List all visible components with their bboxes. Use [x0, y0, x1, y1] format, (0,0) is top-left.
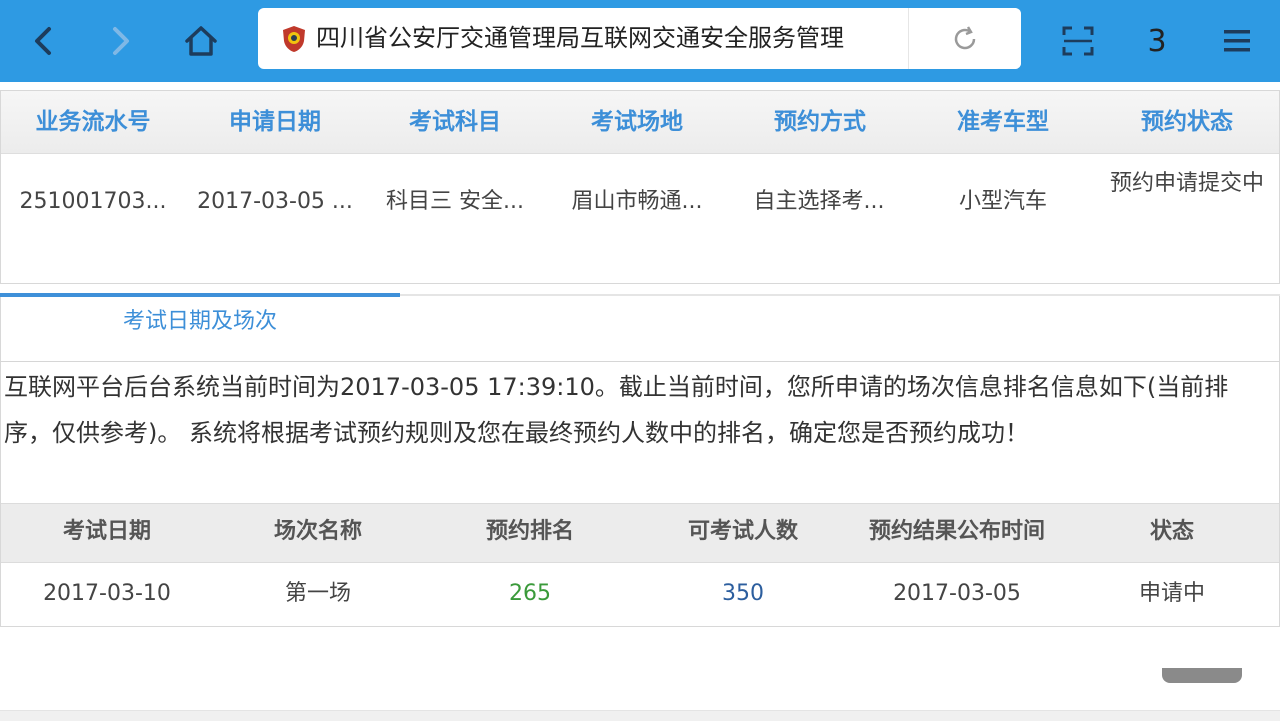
address-bar[interactable]: 四川省公安厅交通管理局互联网交通安全服务管理	[258, 8, 1021, 69]
header-capacity: 可考试人数	[687, 519, 798, 544]
cell-vehicle-type: 小型汽车	[958, 189, 1047, 214]
header-apply-date: 申请日期	[229, 109, 321, 135]
ranking-notice: 互联网平台后台系统当前时间为2017-03-05 17:39:10。截止当前时间…	[4, 373, 1229, 447]
bottom-bar	[0, 710, 1280, 721]
forward-icon	[113, 27, 129, 55]
header-exam-subject: 考试科目	[409, 109, 501, 135]
cell-result-time: 2017-03-05	[893, 581, 1021, 606]
header-booking-status: 预约状态	[1141, 109, 1233, 135]
cell-exam-subject: 科目三 安全...	[386, 189, 524, 214]
home-icon	[185, 26, 217, 56]
tab-count[interactable]: 3	[1132, 0, 1182, 82]
cell-serial-no: 251001703...	[19, 189, 167, 214]
header-result-time: 预约结果公布时间	[868, 519, 1045, 544]
reload-button[interactable]	[908, 8, 1021, 69]
scroll-handle[interactable]	[1162, 668, 1242, 683]
browser-toolbar: 四川省公安厅交通管理局互联网交通安全服务管理 3	[0, 0, 1280, 82]
back-button[interactable]	[18, 0, 68, 82]
header-booking-rank: 预约排名	[485, 519, 574, 544]
header-status: 状态	[1149, 519, 1194, 544]
cell-apply-date: 2017-03-05 ...	[197, 189, 353, 214]
cell-capacity: 350	[722, 581, 764, 606]
scan-icon	[1062, 26, 1094, 56]
cell-booking-status: 预约申请提交中	[1109, 171, 1264, 196]
forward-button[interactable]	[96, 0, 146, 82]
cell-booking-rank: 265	[509, 581, 551, 606]
header-exam-venue: 考试场地	[591, 109, 683, 135]
reload-icon	[954, 25, 976, 49]
scan-button[interactable]	[1052, 0, 1104, 82]
address-text[interactable]: 四川省公安厅交通管理局互联网交通安全服务管理	[316, 8, 886, 69]
cell-exam-venue: 眉山市畅通...	[571, 189, 703, 214]
header-serial-no: 业务流水号	[35, 109, 151, 135]
cell-exam-date: 2017-03-10	[43, 581, 171, 606]
home-button[interactable]	[176, 0, 226, 82]
cell-booking-method: 自主选择考...	[753, 189, 885, 214]
application-table: 业务流水号 申请日期 考试科目 考试场地 预约方式 准考车型 预约状态 2510…	[0, 90, 1280, 284]
header-booking-method: 预约方式	[774, 109, 866, 135]
police-badge-icon	[283, 26, 305, 52]
header-exam-date: 考试日期	[62, 519, 151, 544]
tab-exam-date-session[interactable]: 考试日期及场次	[0, 296, 400, 348]
divider	[0, 361, 1280, 362]
header-vehicle-type: 准考车型	[957, 109, 1049, 135]
cell-session-name: 第一场	[284, 581, 351, 606]
menu-button[interactable]	[1212, 0, 1262, 82]
menu-icon	[1224, 30, 1250, 52]
back-icon	[35, 27, 51, 55]
header-session-name: 场次名称	[273, 519, 362, 544]
cell-status: 申请中	[1138, 581, 1205, 606]
